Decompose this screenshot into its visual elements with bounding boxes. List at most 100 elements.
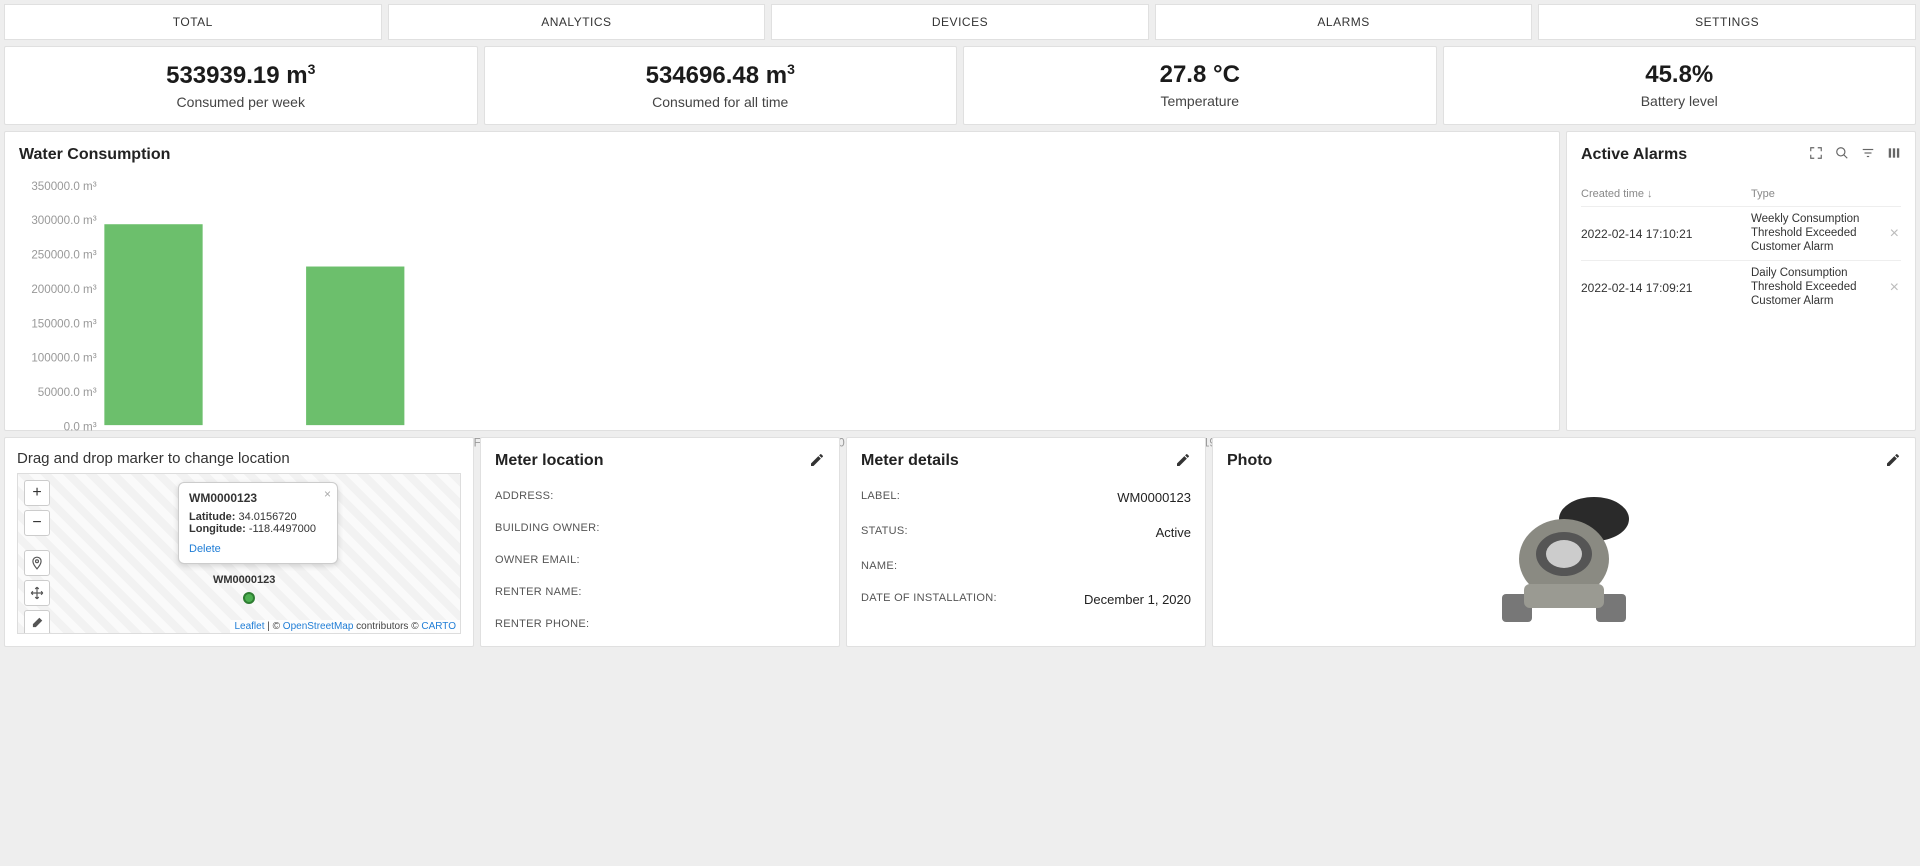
close-icon[interactable]: ×	[1888, 279, 1901, 297]
chart-svg: 350000.0 m³ 300000.0 m³ 250000.0 m³ 2000…	[19, 174, 1545, 452]
detail-row: ADDRESS:	[495, 480, 825, 512]
detail-key: LABEL:	[861, 490, 900, 505]
stat-value: 45.8%	[1645, 61, 1713, 88]
alarm-time: 2022-02-14 17:09:21	[1581, 281, 1751, 295]
sort-down-icon[interactable]: ↓	[1647, 188, 1653, 200]
marker-label: WM0000123	[213, 574, 275, 586]
detail-row: RENTER PHONE:	[495, 608, 825, 640]
map-attribution: Leaflet | © OpenStreetMap contributors ©…	[230, 620, 460, 633]
detail-value: Active	[1156, 525, 1191, 540]
stat-unit: 3	[787, 61, 795, 77]
active-alarms: Active Alarms Created time ↓ Type 2022-0…	[1566, 131, 1916, 431]
stat-consumed-all: 534696.48 m3 Consumed for all time	[484, 46, 958, 125]
edit-icon[interactable]	[809, 452, 825, 468]
detail-row: LABEL: WM0000123	[861, 480, 1191, 515]
edit-icon[interactable]	[1175, 452, 1191, 468]
stat-label: Consumed per week	[19, 94, 463, 110]
alarm-col-time[interactable]: Created time	[1581, 188, 1644, 200]
carto-link[interactable]: CARTO	[421, 621, 456, 632]
popup-title: WM0000123	[189, 491, 327, 505]
lat-value: 34.0156720	[239, 511, 297, 523]
edit-icon[interactable]	[1885, 452, 1901, 468]
meter-details-title: Meter details	[861, 452, 1191, 470]
tab-total[interactable]: TOTAL	[4, 4, 382, 40]
detail-row: RENTER NAME:	[495, 576, 825, 608]
map-title: Drag and drop marker to change location	[17, 450, 461, 467]
chart-bar	[104, 224, 202, 425]
detail-key: NAME:	[861, 560, 897, 572]
svg-text:150000.0 m³: 150000.0 m³	[31, 317, 96, 330]
delete-link[interactable]: Delete	[189, 543, 221, 555]
meter-details: Meter details LABEL: WM0000123 STATUS: Acti…	[846, 437, 1206, 647]
detail-row: OWNER EMAIL:	[495, 544, 825, 576]
detail-value: WM0000123	[1117, 490, 1191, 505]
map[interactable]: + − WM0000123 × WM0000123 Latitude: 34.0	[17, 473, 461, 634]
map-marker[interactable]	[243, 592, 255, 604]
svg-text:300000.0 m³: 300000.0 m³	[31, 214, 96, 227]
stat-label: Consumed for all time	[499, 94, 943, 110]
lon-value: -118.4497000	[249, 523, 316, 535]
leaflet-link[interactable]: Leaflet	[234, 621, 264, 632]
tab-alarms[interactable]: ALARMS	[1155, 4, 1533, 40]
svg-text:50000.0 m³: 50000.0 m³	[38, 386, 97, 399]
fullscreen-icon[interactable]	[1809, 146, 1823, 160]
alarm-row[interactable]: 2022-02-14 17:09:21Daily Consumption Thr…	[1581, 260, 1901, 314]
stat-row: 533939.19 m3 Consumed per week 534696.48…	[4, 46, 1916, 125]
detail-key: RENTER PHONE:	[495, 618, 589, 630]
svg-text:200000.0 m³: 200000.0 m³	[31, 283, 96, 296]
detail-row: BUILDING OWNER:	[495, 512, 825, 544]
stat-unit: 3	[308, 61, 316, 77]
stat-temperature: 27.8 °C Temperature	[963, 46, 1437, 125]
search-icon[interactable]	[1835, 146, 1849, 160]
filter-icon[interactable]	[1861, 146, 1875, 160]
detail-key: RENTER NAME:	[495, 586, 582, 598]
detail-key: BUILDING OWNER:	[495, 522, 600, 534]
photo-card: Photo	[1212, 437, 1916, 647]
meter-photo	[1227, 480, 1901, 638]
close-icon[interactable]: ×	[1888, 225, 1901, 243]
erase-button[interactable]	[24, 610, 50, 634]
svg-text:350000.0 m³: 350000.0 m³	[31, 180, 96, 193]
map-card: Drag and drop marker to change location …	[4, 437, 474, 647]
detail-row: STATUS: Active	[861, 515, 1191, 550]
stat-label: Battery level	[1458, 93, 1902, 109]
close-icon[interactable]: ×	[324, 487, 331, 501]
zoom-in-button[interactable]: +	[24, 480, 50, 506]
stat-consumed-week: 533939.19 m3 Consumed per week	[4, 46, 478, 125]
stat-value: 534696.48 m	[646, 62, 787, 89]
svg-text:250000.0 m³: 250000.0 m³	[31, 248, 96, 261]
detail-key: STATUS:	[861, 525, 908, 540]
columns-icon[interactable]	[1887, 146, 1901, 160]
stat-value: 533939.19 m	[166, 62, 307, 89]
photo-title: Photo	[1227, 452, 1901, 470]
detail-value: December 1, 2020	[1084, 592, 1191, 607]
stat-value: 27.8 °C	[1160, 61, 1240, 88]
osm-link[interactable]: OpenStreetMap	[283, 621, 354, 632]
svg-text:0.0 m³: 0.0 m³	[64, 420, 97, 433]
stat-battery: 45.8% Battery level	[1443, 46, 1917, 125]
chart-bar	[306, 267, 404, 426]
alarm-type: Daily Consumption Threshold Exceeded Cus…	[1751, 267, 1888, 308]
stat-label: Temperature	[978, 93, 1422, 109]
tab-bar: TOTAL ANALYTICS DEVICES ALARMS SETTINGS	[4, 4, 1916, 40]
locate-button[interactable]	[24, 550, 50, 576]
meter-location-title: Meter location	[495, 452, 825, 470]
tab-analytics[interactable]: ANALYTICS	[388, 4, 766, 40]
chart-title: Water Consumption	[19, 146, 1545, 164]
lat-label: Latitude:	[189, 511, 235, 523]
map-popup: × WM0000123 Latitude: 34.0156720 Longitu…	[178, 482, 338, 564]
alarm-row[interactable]: 2022-02-14 17:10:21Weekly Consumption Th…	[1581, 206, 1901, 260]
svg-text:100000.0 m³: 100000.0 m³	[31, 352, 96, 365]
detail-key: ADDRESS:	[495, 490, 554, 502]
lon-label: Longitude:	[189, 523, 246, 535]
alarm-col-type[interactable]: Type	[1751, 188, 1775, 200]
detail-row: DATE OF INSTALLATION:December 1, 2020	[861, 582, 1191, 617]
tab-devices[interactable]: DEVICES	[771, 4, 1149, 40]
detail-key: OWNER EMAIL:	[495, 554, 580, 566]
meter-location: Meter location ADDRESS: BUILDING OWNER: OW…	[480, 437, 840, 647]
tab-settings[interactable]: SETTINGS	[1538, 4, 1916, 40]
alarm-type: Weekly Consumption Threshold Exceeded Cu…	[1751, 213, 1888, 254]
move-button[interactable]	[24, 580, 50, 606]
zoom-out-button[interactable]: −	[24, 510, 50, 536]
detail-row: NAME:	[861, 550, 1191, 582]
